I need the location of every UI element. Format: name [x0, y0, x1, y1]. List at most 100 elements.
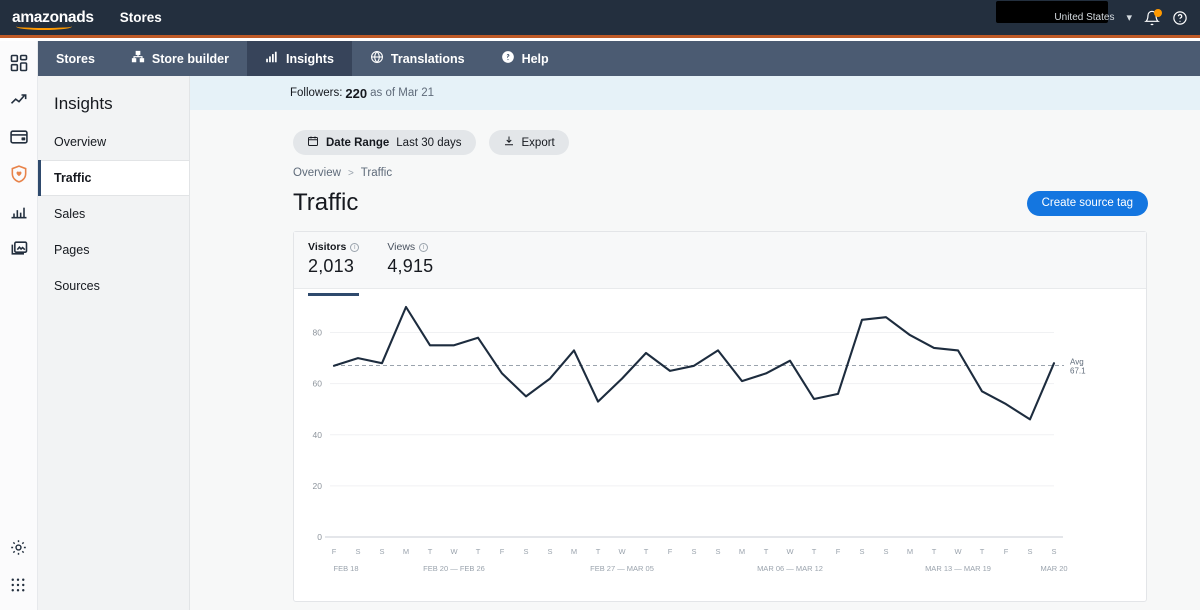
metric-tab-views-label: Views [387, 241, 416, 253]
metric-tab-views-label-row: Views i [387, 241, 433, 253]
sidebar-item-overview-label: Overview [54, 135, 107, 149]
help-circle-icon [1173, 10, 1187, 25]
chart-x-day-label: S [883, 547, 888, 556]
traffic-chart-card: Visitors i 2,013 Views i 4,915 0 20 40 60 80… [293, 231, 1147, 602]
insights-sidebar: Insights Overview Traffic Sales Pages So… [38, 76, 190, 610]
settings-gear-icon[interactable] [9, 538, 29, 558]
left-icon-rail [0, 41, 38, 610]
chart-x-day-label: S [691, 547, 696, 556]
chart-x-day-label: T [932, 547, 937, 556]
sidebar-item-sales[interactable]: Sales [38, 196, 189, 232]
chart-week-group-label: MAR 06 — MAR 12 [757, 564, 823, 573]
info-icon[interactable]: i [419, 242, 429, 252]
chart-x-day-label: M [571, 547, 577, 556]
main-content: Followers: 220 as of Mar 21 Date Range L… [190, 76, 1200, 610]
chevron-down-icon[interactable]: ▾ [1126, 11, 1132, 24]
brand-shield-icon[interactable] [9, 164, 29, 184]
chart-x-day-label: M [907, 547, 913, 556]
chart-week-group-label: FEB 27 — MAR 05 [590, 564, 654, 573]
dashboard-icon[interactable] [9, 53, 29, 73]
chart-x-day-label: M [739, 547, 745, 556]
app-root: amazonads Stores United States ▾ Stores … [0, 0, 1200, 610]
billing-card-icon[interactable] [9, 127, 29, 147]
chart-x-day-label: T [476, 547, 481, 556]
nav-tab-stores[interactable]: Stores [38, 41, 113, 76]
metric-tab-visitors[interactable]: Visitors i 2,013 [308, 241, 360, 296]
chart-average-label: Avg [1070, 358, 1084, 367]
nav-tab-translations-label: Translations [390, 51, 465, 66]
notifications-button[interactable] [1144, 8, 1162, 26]
chart-x-day-label: T [428, 547, 433, 556]
amazon-ads-logo[interactable]: amazonads [12, 10, 94, 31]
chart-x-day-label: M [403, 547, 409, 556]
followers-prefix: Followers: [290, 87, 343, 99]
chart-x-day-label: S [523, 547, 528, 556]
breadcrumb-current: Traffic [360, 167, 393, 179]
chart-x-day-label: T [812, 547, 817, 556]
chart-y-tick-label: 0 [317, 532, 322, 542]
date-range-button[interactable]: Date Range Last 30 days [293, 130, 476, 155]
chart-week-group-label: MAR 13 — MAR 19 [925, 564, 991, 573]
chart-week-group-label: FEB 20 — FEB 26 [423, 564, 485, 573]
metric-tab-visitors-label-row: Visitors i [308, 241, 360, 253]
sidebar-item-sources-label: Sources [54, 279, 100, 293]
topbar-section-label: Stores [119, 10, 162, 25]
chart-week-group-label: MAR 20 [1040, 564, 1067, 573]
chart-x-day-label: F [332, 547, 337, 556]
page-title: Traffic [293, 189, 359, 216]
country-selector-label[interactable]: United States [1054, 12, 1114, 23]
apps-grid-icon[interactable] [9, 576, 29, 596]
sidebar-item-traffic-label: Traffic [54, 171, 92, 185]
info-icon[interactable]: i [350, 242, 360, 252]
globe-icon [370, 50, 384, 67]
nav-tab-store-builder[interactable]: Store builder [113, 41, 247, 76]
nav-tab-help-label: Help [521, 51, 549, 66]
metric-tab-visitors-label: Visitors [308, 241, 347, 253]
sidebar-item-overview[interactable]: Overview [38, 124, 189, 160]
chart-x-day-label: F [1004, 547, 1009, 556]
chart-svg: 0 20 40 60 80 Avg67.1 F S S M T W T F S S M T W T F S S M T W T F S S… [313, 305, 1086, 573]
export-button[interactable]: Export [488, 130, 569, 155]
chart-average-value: 67.1 [1070, 367, 1086, 376]
chart-x-day-label: S [715, 547, 720, 556]
page-title-row: Traffic Create source tag [190, 179, 1200, 217]
chart-x-day-label: W [618, 547, 626, 556]
rail-bottom-group [9, 538, 29, 610]
nav-tab-stores-label: Stores [56, 51, 95, 66]
chart-x-day-label: S [547, 547, 552, 556]
app-nav-bar: Stores Store builder Insights Translatio… [38, 41, 1200, 76]
nav-tab-store-builder-label: Store builder [151, 51, 229, 66]
breadcrumb-separator-icon: > [347, 167, 354, 179]
chart-x-day-label: S [859, 547, 864, 556]
followers-count: 220 [345, 85, 368, 101]
help-button[interactable] [1172, 10, 1188, 26]
sidebar-title: Insights [54, 94, 113, 113]
date-range-value: Last 30 days [396, 136, 462, 149]
chart-x-day-label: F [668, 547, 673, 556]
question-circle-icon [501, 50, 515, 67]
nav-tab-help[interactable]: Help [483, 41, 567, 76]
sidebar-item-sources[interactable]: Sources [38, 268, 189, 304]
reports-bar-icon[interactable] [9, 201, 29, 221]
create-source-tag-button[interactable]: Create source tag [1026, 190, 1148, 216]
sidebar-item-pages[interactable]: Pages [38, 232, 189, 268]
metric-tabs: Visitors i 2,013 Views i 4,915 [294, 232, 1146, 296]
chart-x-day-label: W [954, 547, 962, 556]
sitemap-icon [131, 50, 145, 67]
trending-up-icon[interactable] [9, 90, 29, 110]
bar-chart-icon [265, 50, 279, 67]
chart-y-tick-label: 20 [313, 481, 323, 491]
nav-tab-insights[interactable]: Insights [247, 41, 352, 76]
metric-tab-views-value: 4,915 [387, 256, 434, 276]
sidebar-item-sales-label: Sales [54, 207, 86, 221]
chart-x-day-label: F [836, 547, 841, 556]
sidebar-item-traffic[interactable]: Traffic [38, 160, 189, 196]
chart-y-tick-label: 40 [313, 430, 323, 440]
breadcrumb-parent[interactable]: Overview [293, 167, 341, 179]
metric-tab-views[interactable]: Views i 4,915 [387, 241, 433, 286]
creative-gallery-icon[interactable] [9, 238, 29, 258]
sidebar-item-pages-label: Pages [54, 243, 90, 257]
calendar-icon [307, 135, 319, 150]
nav-tab-translations[interactable]: Translations [352, 41, 483, 76]
chart-week-group-label: FEB 18 [333, 564, 358, 573]
